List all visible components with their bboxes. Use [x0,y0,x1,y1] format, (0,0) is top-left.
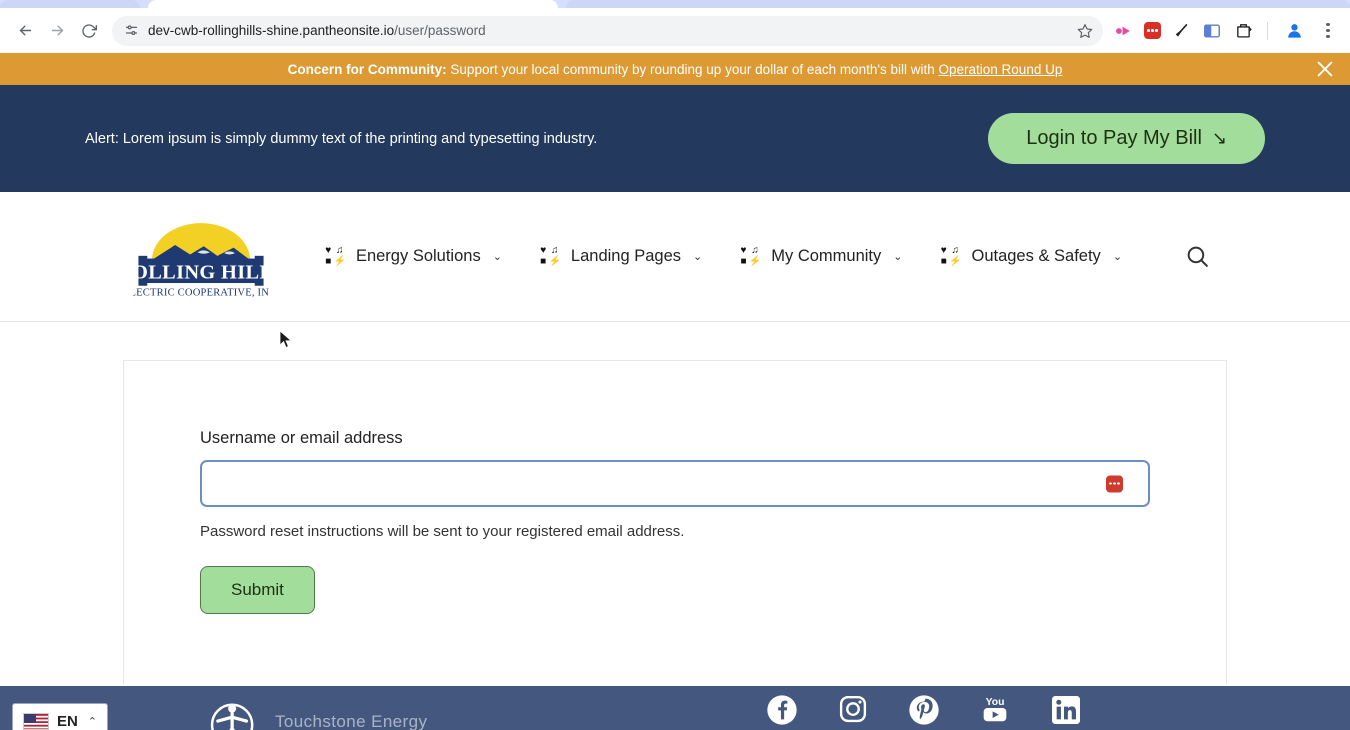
nav-item-energy-solutions[interactable]: ♥ ♫ ■ ⚡ Energy Solutions ⌄ [324,244,502,268]
extension-sidebar-icon[interactable] [1201,20,1223,42]
url-path: /user/password [394,23,486,38]
browser-window: dev-cwb-rollinghills-shine.pantheonsite.… [0,0,1350,730]
promo-headline: Concern for Community: [287,61,447,77]
toolbar-divider [1267,21,1268,40]
footer-inner: Touchstone Energy You [0,686,1350,730]
social-links: You [765,694,1083,728]
promo-banner: Concern for Community: Support your loca… [0,53,1350,85]
chevron-down-icon: ⌄ [492,251,502,263]
password-manager-icon[interactable] [1106,475,1123,492]
touchstone-energy-mark [210,703,254,730]
close-icon[interactable] [1308,53,1342,86]
extensions-area [1101,18,1340,44]
extension-password-manager-icon[interactable] [1144,22,1161,39]
back-arrow-icon[interactable] [10,16,40,46]
media-grid-icon: ♥ ♫ ■ ⚡ [540,244,561,268]
browser-tab-right[interactable] [566,0,1350,8]
extension-marker-icon[interactable] [1170,20,1192,42]
promo-banner-text: Concern for Community: Support your loca… [288,62,1063,77]
star-icon[interactable] [1071,17,1099,45]
facebook-icon[interactable] [765,694,799,728]
password-reset-card: Username or email address Password reset… [123,360,1227,698]
youtube-icon[interactable]: You [978,694,1012,728]
pinterest-icon[interactable] [907,694,941,728]
main-navigation: ♥ ♫ ■ ⚡ Energy Solutions ⌄ ♥ ♫ ■ ⚡ Landing Pag… [269,244,1177,268]
forward-arrow-icon[interactable] [42,16,72,46]
language-selector[interactable]: EN ⌃ [12,703,108,730]
extension-clipboard-icon[interactable] [1232,20,1254,42]
promo-body: Support your local community by rounding… [450,61,935,77]
site-header: ROLLING HILLS ELECTRIC COOPERATIVE, INC.… [0,192,1350,322]
nav-item-outages-safety[interactable]: ♥ ♫ ■ ⚡ Outages & Safety ⌄ [939,244,1123,268]
username-field-label: Username or email address [200,429,403,447]
search-icon[interactable] [1177,237,1217,277]
site-footer: Touchstone Energy You EN ⌃ [0,684,1350,730]
address-bar-text: dev-cwb-rollinghills-shine.pantheonsite.… [148,23,486,38]
nav-label-outages-safety: Outages & Safety [971,247,1101,265]
language-code: EN [57,712,78,730]
nav-label-landing-pages: Landing Pages [570,247,682,265]
username-input-wrap [200,460,1150,507]
arrow-down-right-icon: ↘ [1211,128,1227,148]
instagram-icon[interactable] [836,694,870,728]
kebab-menu-icon[interactable] [1316,18,1340,44]
nav-item-landing-pages[interactable]: ♥ ♫ ■ ⚡ Landing Pages ⌄ [539,244,703,268]
url-host: dev-cwb-rollinghills-shine.pantheonsite.… [148,23,395,38]
us-flag-icon [23,712,49,730]
address-bar[interactable]: dev-cwb-rollinghills-shine.pantheonsite.… [112,15,1103,46]
chevron-down-icon: ⌄ [893,251,903,263]
svg-text:ELECTRIC COOPERATIVE, INC.: ELECTRIC COOPERATIVE, INC. [133,287,269,298]
nav-label-my-community: My Community [771,247,882,265]
media-grid-icon: ♥ ♫ ■ ⚡ [325,244,346,268]
nav-label-energy-solutions: Energy Solutions [355,247,481,265]
login-to-pay-my-bill-button[interactable]: Login to Pay My Bill ↘ [988,113,1265,164]
submit-button[interactable]: Submit [200,566,315,614]
svg-text:ROLLING HILLS: ROLLING HILLS [133,261,269,283]
reload-icon[interactable] [74,16,104,46]
touchstone-energy-logo[interactable]: Touchstone Energy [205,700,427,730]
profile-avatar-icon[interactable] [1281,18,1307,44]
nav-item-my-community[interactable]: ♥ ♫ ■ ⚡ My Community ⌄ [739,244,903,268]
login-button-label: Login to Pay My Bill [1026,127,1202,149]
chevron-down-icon: ⌄ [1112,251,1123,263]
page-viewport: Concern for Community: Support your loca… [0,53,1350,730]
alert-message: Alert: Lorem ipsum is simply dummy text … [85,130,598,147]
site-logo[interactable]: ROLLING HILLS ELECTRIC COOPERATIVE, INC. [133,215,269,298]
chevron-down-icon: ⌄ [693,251,703,263]
linkedin-icon[interactable] [1049,694,1083,728]
media-grid-icon: ♥ ♫ ■ ⚡ [740,244,762,268]
main-content: Username or email address Password reset… [0,322,1350,698]
browser-tab-left[interactable] [0,0,140,8]
site-settings-icon[interactable] [124,23,139,38]
browser-tab-active[interactable] [148,0,558,8]
browser-toolbar: dev-cwb-rollinghills-shine.pantheonsite.… [0,8,1350,53]
username-or-email-input[interactable] [200,460,1150,507]
browser-tab-strip[interactable] [0,0,1350,8]
touchstone-energy-text: Touchstone Energy [275,712,428,730]
rolling-hills-logo-graphic: ROLLING HILLS ELECTRIC COOPERATIVE, INC. [133,223,269,298]
media-grid-icon: ♥ ♫ ■ ⚡ [940,244,962,268]
alert-band: Alert: Lorem ipsum is simply dummy text … [0,85,1350,192]
operation-round-up-link[interactable]: Operation Round Up [939,62,1063,77]
svg-text:You: You [986,697,1005,708]
password-reset-help-text: Password reset instructions will be sent… [200,523,685,540]
extension-pink-icon[interactable] [1113,20,1135,42]
chevron-up-icon: ⌃ [87,715,97,728]
